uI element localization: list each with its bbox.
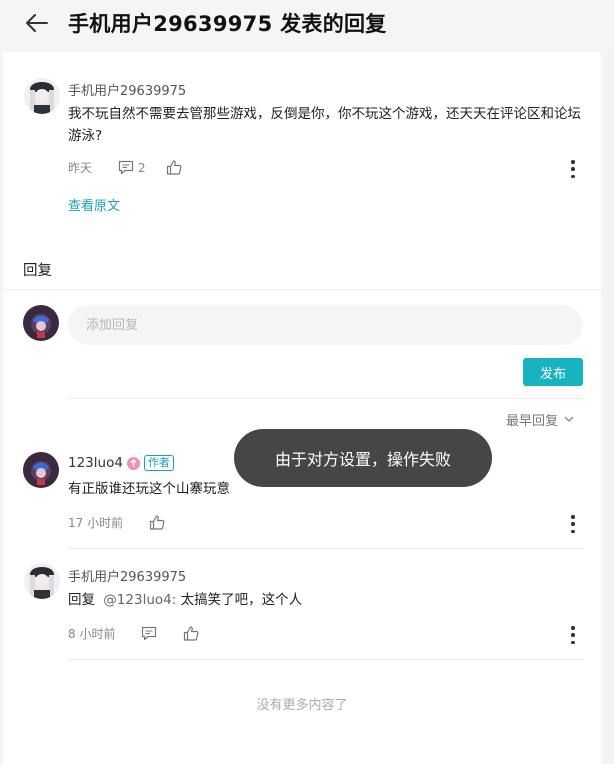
content-card: 手机用户29639975 我不玩自然不需要去管那些游戏，反倒是你，你不玩这个游戏… bbox=[3, 52, 601, 764]
reply-time: 8 小时前 bbox=[68, 627, 116, 641]
avatar[interactable] bbox=[23, 452, 59, 488]
no-more-content: 没有更多内容了 bbox=[256, 698, 348, 713]
avatar[interactable] bbox=[24, 78, 60, 114]
thumbs-up-icon bbox=[166, 160, 182, 175]
sort-label: 最早回复 bbox=[506, 414, 559, 429]
divider bbox=[68, 398, 583, 399]
sort-dropdown[interactable]: 最早回复 bbox=[506, 410, 574, 429]
reply-meta: 8 小时前 bbox=[68, 625, 199, 642]
chevron-down-icon bbox=[564, 416, 574, 422]
author-badge: 作者 bbox=[143, 455, 174, 471]
comment-count: 2 bbox=[138, 160, 146, 175]
comment-icon bbox=[142, 626, 157, 641]
reply-prefix: 回复 bbox=[68, 592, 95, 608]
post-username[interactable]: 手机用户29639975 bbox=[68, 80, 186, 99]
reply-text: 有正版谁还玩这个山寨玩意 bbox=[68, 481, 230, 497]
reply-username[interactable]: 123luo4 bbox=[68, 455, 123, 471]
more-vertical-icon[interactable] bbox=[567, 160, 579, 178]
post-time: 昨天 bbox=[68, 161, 93, 175]
divider bbox=[3, 289, 601, 290]
more-vertical-icon[interactable] bbox=[567, 515, 579, 533]
reply-username[interactable]: 手机用户29639975 bbox=[68, 566, 186, 585]
comment-button[interactable]: 2 bbox=[118, 160, 146, 175]
thumbs-up-icon bbox=[149, 515, 165, 530]
divider bbox=[68, 659, 583, 660]
comment-icon bbox=[118, 160, 134, 175]
reply-to-user[interactable]: @123luo4: bbox=[103, 592, 176, 608]
thumbs-up-icon bbox=[184, 626, 199, 641]
level-badge-icon bbox=[126, 456, 140, 470]
like-button[interactable] bbox=[149, 515, 165, 530]
post-text: 我不玩自然不需要去管那些游戏，反倒是你，你不玩这个游戏，还天天在评论区和论坛游泳… bbox=[68, 106, 581, 144]
page-header: 手机用户29639975 发表的回复 bbox=[0, 0, 614, 46]
reply-meta: 17 小时前 bbox=[68, 514, 165, 531]
reply-text: 太搞笑了吧，这个人 bbox=[176, 592, 303, 608]
page-title: 手机用户29639975 发表的回复 bbox=[68, 12, 387, 36]
divider bbox=[68, 548, 583, 549]
view-original-link[interactable]: 查看原文 bbox=[68, 195, 120, 214]
publish-button[interactable]: 发布 bbox=[523, 358, 583, 386]
like-button[interactable] bbox=[183, 626, 199, 641]
reply-text-row: 回复 @123luo4: 太搞笑了吧，这个人 bbox=[68, 589, 302, 611]
post-meta: 昨天 2 bbox=[68, 159, 182, 176]
avatar[interactable] bbox=[24, 563, 60, 599]
reply-section-title: 回复 bbox=[23, 263, 52, 279]
toast-message: 由于对方设置，操作失败 bbox=[234, 429, 492, 487]
back-arrow-icon[interactable] bbox=[26, 12, 48, 34]
comment-button[interactable] bbox=[141, 626, 157, 641]
reply-time: 17 小时前 bbox=[68, 516, 124, 530]
current-user-avatar[interactable] bbox=[23, 305, 59, 341]
reply-username-row: 123luo4 作者 bbox=[68, 455, 174, 471]
reply-input[interactable] bbox=[68, 305, 583, 345]
more-vertical-icon[interactable] bbox=[567, 626, 579, 644]
like-button[interactable] bbox=[166, 160, 182, 175]
